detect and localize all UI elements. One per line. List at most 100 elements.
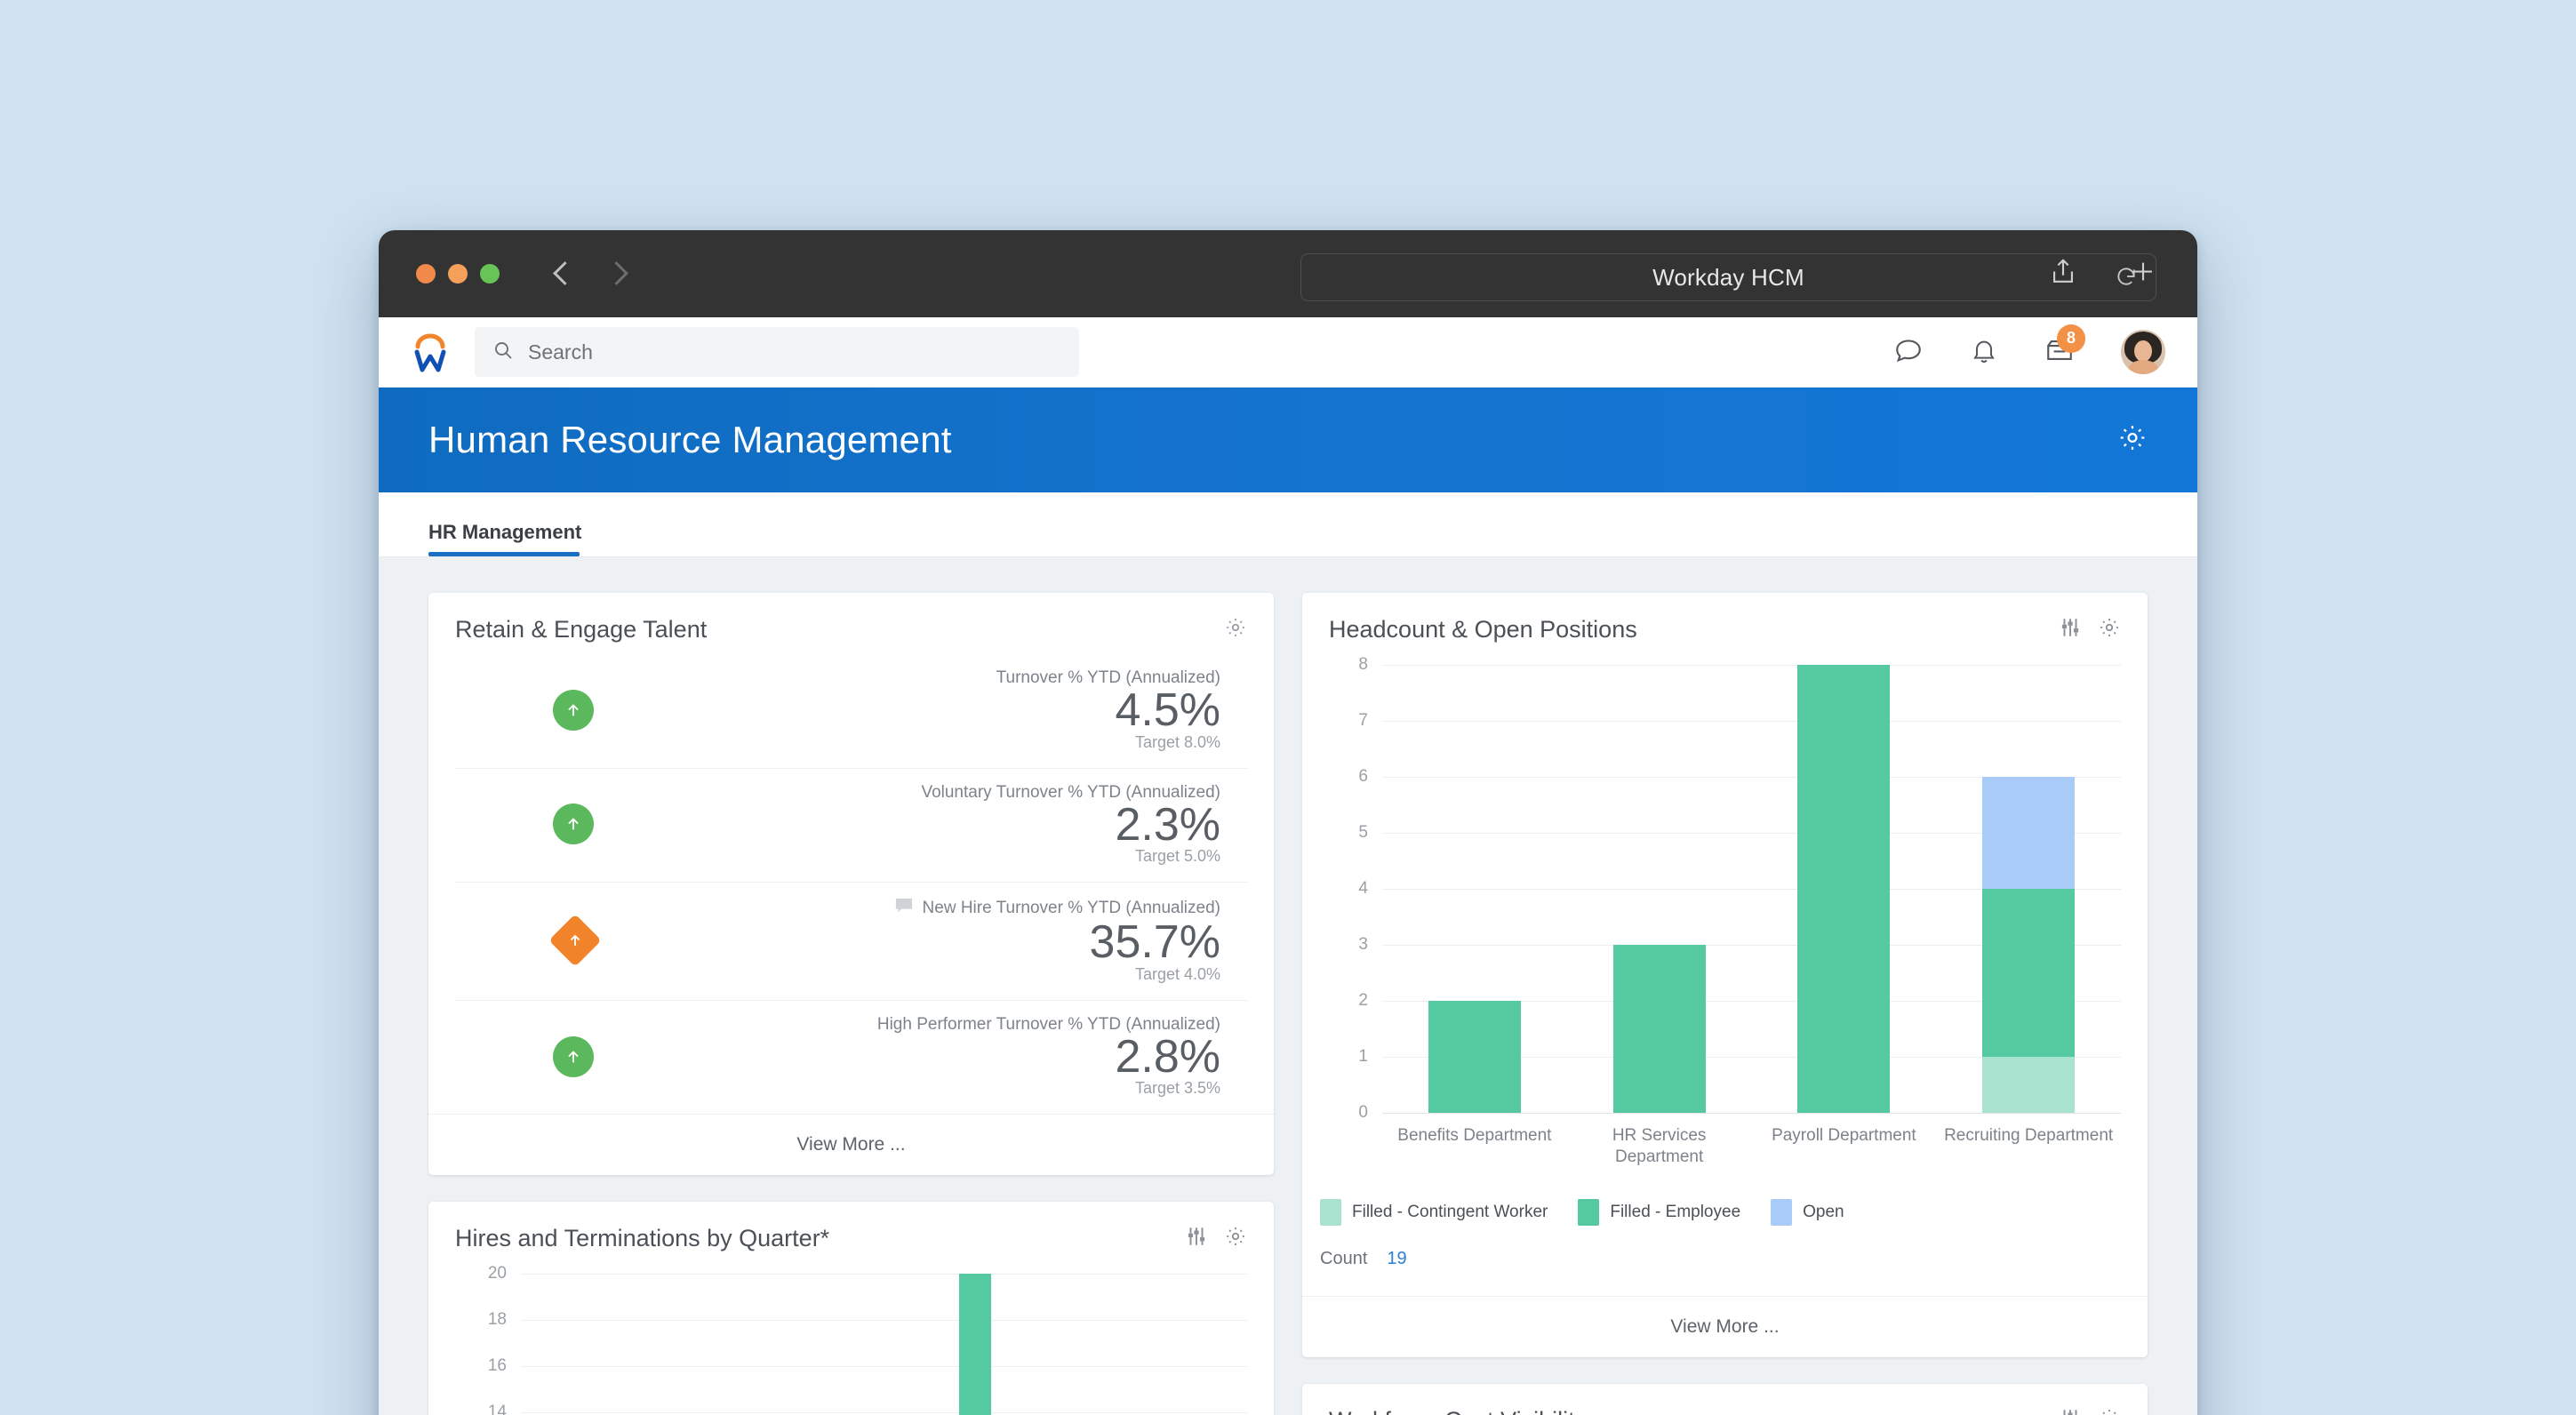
- y-tick-label: 5: [1358, 823, 1368, 842]
- forward-icon[interactable]: [606, 262, 629, 285]
- card-workforce-cost-visibility: Workforce Cost Visibility: [1302, 1383, 2148, 1415]
- kpi-row[interactable]: High Performer Turnover % YTD (Annualize…: [455, 1001, 1247, 1115]
- count-value[interactable]: 19: [1387, 1249, 1406, 1269]
- legend-item-open[interactable]: Open: [1771, 1198, 1844, 1226]
- legend-label: Filled - Contingent Worker: [1352, 1202, 1548, 1221]
- gear-icon[interactable]: [2098, 1407, 2121, 1415]
- bar-group[interactable]: [521, 1274, 702, 1415]
- kpi-text: Turnover % YTD (Annualized) 4.5% Target …: [624, 668, 1247, 752]
- share-icon[interactable]: [2048, 257, 2078, 292]
- y-tick-label: 0: [1358, 1103, 1368, 1122]
- y-tick-label: 14: [487, 1403, 507, 1415]
- zoom-window-button[interactable]: [480, 264, 500, 284]
- bar-group-payroll[interactable]: [1752, 665, 1937, 1113]
- bar-segment-filled-employee[interactable]: [1797, 665, 1891, 1113]
- kpi-row[interactable]: Voluntary Turnover % YTD (Annualized) 2.…: [455, 769, 1247, 883]
- gear-icon[interactable]: [1224, 616, 1247, 644]
- minimize-window-button[interactable]: [448, 264, 468, 284]
- view-more-link[interactable]: View More ...: [428, 1114, 1274, 1175]
- count-label: Count: [1320, 1248, 1368, 1268]
- kpi-label-text: New Hire Turnover % YTD (Annualized): [922, 899, 1220, 918]
- filter-sliders-icon[interactable]: [2059, 616, 2082, 644]
- search-icon: [492, 340, 514, 365]
- x-tick-label: Recruiting Department: [1944, 1126, 2114, 1145]
- chart-hires-terminations: 20 18 16 14: [428, 1258, 1274, 1415]
- card-retain-engage-talent: Retain & Engage Talent Turnover % YTD (A…: [428, 593, 1274, 1176]
- search-input[interactable]: Search: [475, 327, 1079, 377]
- dashboard-column-right: Headcount & Open Positions 8 7 6 5 4 3 2…: [1302, 593, 2148, 1415]
- status-badge-warn: [548, 914, 602, 967]
- bar-group[interactable]: [702, 1274, 884, 1415]
- x-tick-label: HR Services Department: [1612, 1126, 1707, 1167]
- dashboard-column-left: Retain & Engage Talent Turnover % YTD (A…: [428, 593, 1274, 1415]
- y-tick-label: 8: [1358, 655, 1368, 674]
- card-header-icons: [2059, 1407, 2121, 1415]
- comment-icon[interactable]: [894, 897, 914, 920]
- bar-group[interactable]: [884, 1274, 1066, 1415]
- card-header-icons: [1185, 1225, 1247, 1252]
- y-tick-label: 7: [1358, 711, 1368, 730]
- tab-label: HR Management: [428, 521, 582, 543]
- status-badge-good: [553, 1035, 594, 1077]
- bar-group-benefits[interactable]: [1382, 665, 1567, 1113]
- kpi-row[interactable]: Turnover % YTD (Annualized) 4.5% Target …: [455, 654, 1247, 769]
- bar-group-recruiting[interactable]: [1936, 665, 2121, 1113]
- workday-logo-icon[interactable]: [405, 327, 455, 377]
- bar-series: [521, 1274, 1247, 1415]
- kpi-text: High Performer Turnover % YTD (Annualize…: [624, 1015, 1247, 1099]
- y-tick-label: 3: [1358, 935, 1368, 954]
- bar-segment-filled-employee[interactable]: [1612, 945, 1706, 1113]
- kpi-indicator: [455, 689, 624, 731]
- legend-label: Open: [1803, 1202, 1844, 1221]
- y-tick-label: 4: [1358, 879, 1368, 898]
- inbox-icon[interactable]: 8: [2044, 324, 2085, 370]
- y-tick-label: 6: [1358, 767, 1368, 786]
- screenshot-root: Workday HCM Search 8 Human Resource Mana…: [0, 0, 2576, 1415]
- legend-item-contingent[interactable]: Filled - Contingent Worker: [1320, 1198, 1548, 1226]
- chat-icon[interactable]: [1893, 335, 1924, 370]
- view-more-link[interactable]: View More ...: [1302, 1295, 2148, 1357]
- bar-segment-hires[interactable]: [958, 1274, 991, 1415]
- bar-segment-filled-employee[interactable]: [1428, 1001, 1521, 1113]
- banner-gear-icon[interactable]: [2117, 423, 2148, 458]
- bar-segment-filled-employee[interactable]: [1982, 889, 2076, 1057]
- filter-sliders-icon[interactable]: [1185, 1225, 1208, 1252]
- kpi-text: Voluntary Turnover % YTD (Annualized) 2.…: [624, 783, 1247, 867]
- address-bar[interactable]: Workday HCM: [1300, 253, 2156, 301]
- status-badge-good: [553, 803, 594, 845]
- card-headcount-open-positions: Headcount & Open Positions 8 7 6 5 4 3 2…: [1302, 593, 2148, 1357]
- new-tab-icon[interactable]: [2128, 257, 2158, 292]
- app-header-actions: 8: [1893, 324, 2165, 374]
- gear-icon[interactable]: [2098, 616, 2121, 644]
- bar-group[interactable]: [1066, 1274, 1247, 1415]
- app-header: Search 8: [379, 317, 2197, 388]
- chart-legend: Filled - Contingent Worker Filled - Empl…: [1320, 1198, 2121, 1226]
- plot-area: 20 18 16 14: [488, 1264, 1247, 1415]
- bar-segment-open[interactable]: [1982, 777, 2076, 889]
- filter-sliders-icon[interactable]: [2059, 1407, 2082, 1415]
- card-header: Headcount & Open Positions: [1302, 593, 2148, 649]
- gear-icon[interactable]: [1224, 1225, 1247, 1252]
- browser-nav-buttons[interactable]: [551, 262, 629, 285]
- card-title: Hires and Terminations by Quarter*: [455, 1225, 830, 1252]
- bell-icon[interactable]: [1970, 336, 1998, 369]
- close-window-button[interactable]: [416, 264, 436, 284]
- x-axis-labels: Benefits Department HR Services Departme…: [1382, 1125, 2121, 1169]
- tab-hr-management[interactable]: HR Management: [428, 521, 588, 556]
- kpi-value: 2.8%: [1115, 1030, 1220, 1083]
- avatar-body: [2128, 360, 2158, 374]
- kpi-row[interactable]: New Hire Turnover % YTD (Annualized) 35.…: [455, 883, 1247, 1001]
- traffic-light-buttons[interactable]: [416, 264, 500, 284]
- avatar[interactable]: [2121, 330, 2165, 374]
- y-tick-label: 1: [1358, 1047, 1368, 1066]
- bar-segment-filled-contingent[interactable]: [1982, 1057, 2076, 1113]
- status-badge-good: [553, 689, 594, 731]
- y-tick-label: 2: [1358, 991, 1368, 1010]
- card-title: Headcount & Open Positions: [1329, 616, 1637, 643]
- titlebar-actions: [2048, 257, 2158, 292]
- bar-group-hr-services[interactable]: [1567, 665, 1752, 1113]
- plot-area: 8 7 6 5 4 3 2 1 0: [1358, 655, 2121, 1122]
- kpi-indicator: [455, 914, 624, 967]
- back-icon[interactable]: [551, 262, 574, 285]
- legend-item-employee[interactable]: Filled - Employee: [1578, 1198, 1740, 1226]
